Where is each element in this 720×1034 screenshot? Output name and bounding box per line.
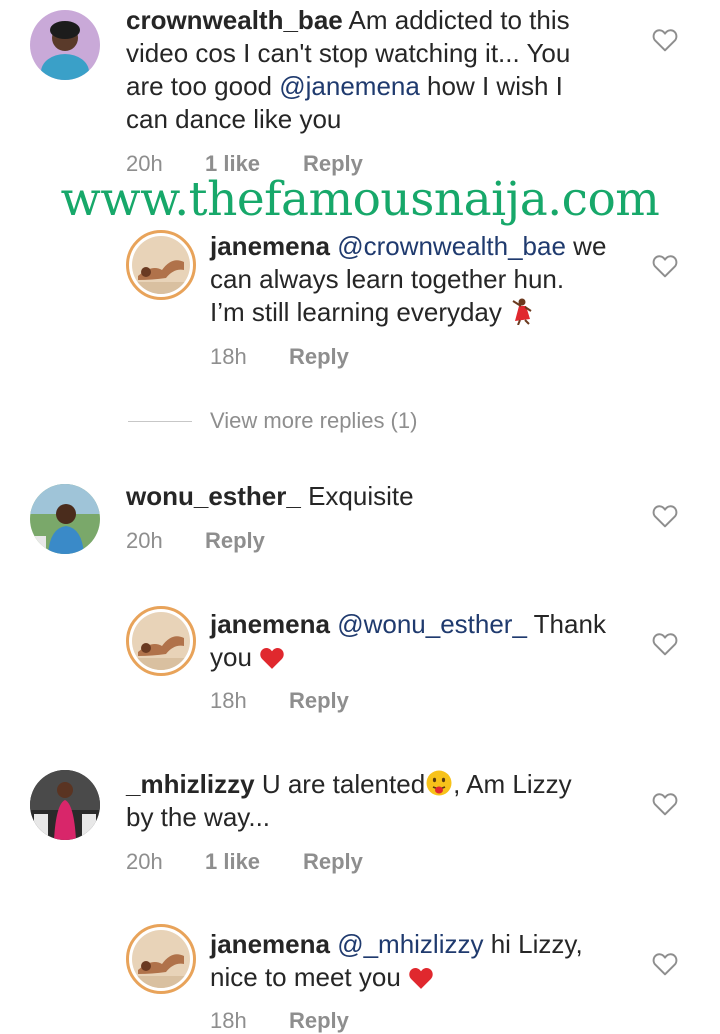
comment-text: crownwealth_bae Am addicted to this vide… xyxy=(126,5,571,134)
dancer-emoji-icon xyxy=(512,298,532,325)
view-more-replies-button[interactable]: View more replies (1) xyxy=(128,408,417,434)
mention-link[interactable]: @_mhizlizzy xyxy=(337,929,483,959)
comment-text: janemena @crownwealth_bae we can always … xyxy=(210,231,607,327)
heart-outline-icon[interactable] xyxy=(652,504,678,528)
reply-button[interactable]: Reply xyxy=(303,849,363,875)
comment-text: _mhizlizzy U are talented , Am Lizzy by … xyxy=(126,769,572,832)
reply-button[interactable]: Reply xyxy=(289,688,349,714)
comment-username[interactable]: wonu_esther_ xyxy=(126,481,301,511)
comment-username[interactable]: janemena xyxy=(210,929,330,959)
red-heart-emoji-icon xyxy=(409,967,433,989)
heart-outline-icon[interactable] xyxy=(652,254,678,278)
comment-username[interactable]: janemena xyxy=(210,609,330,639)
comment-text: janemena @_mhizlizzy hi Lizzy, nice to m… xyxy=(210,929,583,992)
comment-username[interactable]: _mhizlizzy xyxy=(126,769,255,799)
comment-time: 20h xyxy=(126,528,163,553)
face-with-tongue-emoji-icon xyxy=(426,770,452,796)
likes-count[interactable]: 1 like xyxy=(205,849,303,875)
comment-username[interactable]: janemena xyxy=(210,231,330,261)
avatar[interactable] xyxy=(30,770,100,840)
watermark: www.thefamousnaija.com xyxy=(60,172,660,227)
divider xyxy=(128,420,192,422)
comment-meta: 18h Reply xyxy=(210,1008,349,1034)
comment-meta: 20h Reply xyxy=(126,528,265,554)
comment-time: 18h xyxy=(210,1008,247,1033)
avatar[interactable] xyxy=(126,924,196,994)
comment-username[interactable]: crownwealth_bae xyxy=(126,5,343,35)
comment-meta: 18h Reply xyxy=(210,344,349,370)
avatar[interactable] xyxy=(30,484,100,554)
mention-link[interactable]: @crownwealth_bae xyxy=(337,231,566,261)
comment-time: 18h xyxy=(210,688,247,713)
mention-link[interactable]: @wonu_esther_ xyxy=(337,609,527,639)
comment-time: 18h xyxy=(210,344,247,369)
mention-link[interactable]: @janemena xyxy=(279,71,420,101)
comment-text: wonu_esther_ Exquisite xyxy=(126,481,414,511)
reply-button[interactable]: Reply xyxy=(205,528,265,554)
avatar[interactable] xyxy=(126,230,196,300)
heart-outline-icon[interactable] xyxy=(652,792,678,816)
heart-outline-icon[interactable] xyxy=(652,632,678,656)
heart-outline-icon[interactable] xyxy=(652,28,678,52)
red-heart-emoji-icon xyxy=(260,647,284,669)
reply-button[interactable]: Reply xyxy=(289,344,349,370)
comment-text: janemena @wonu_esther_ Thank you xyxy=(210,609,606,672)
avatar[interactable] xyxy=(126,606,196,676)
heart-outline-icon[interactable] xyxy=(652,952,678,976)
reply-button[interactable]: Reply xyxy=(289,1008,349,1034)
comment-meta: 20h 1 like Reply xyxy=(126,849,363,875)
avatar[interactable] xyxy=(30,10,100,80)
comment-time: 20h xyxy=(126,849,163,874)
comment-meta: 18h Reply xyxy=(210,688,349,714)
